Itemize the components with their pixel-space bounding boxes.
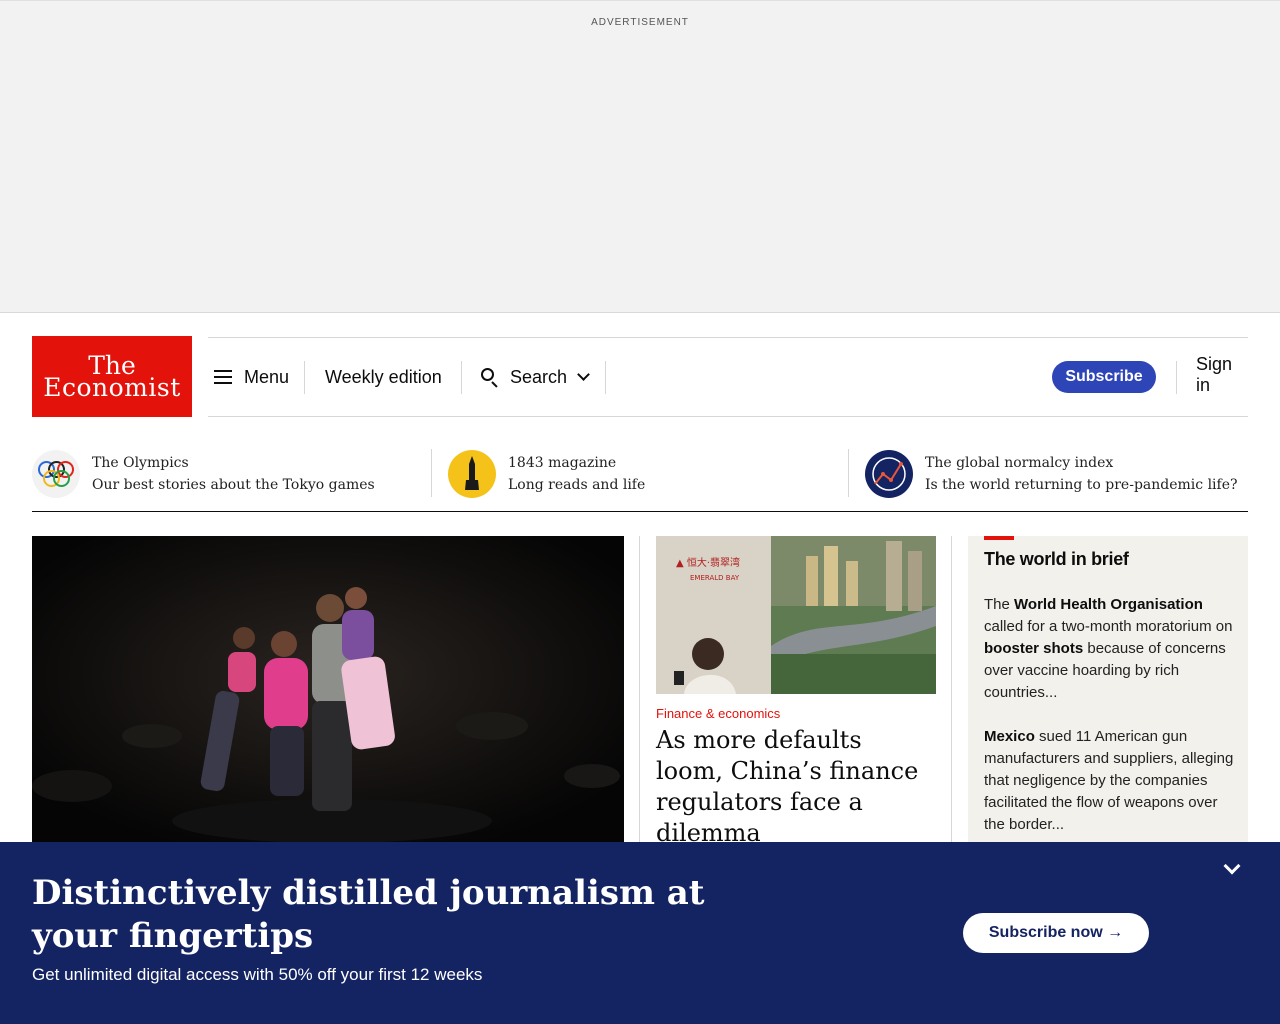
story-image[interactable]: ▲ 恒大·翡翠湾 EMERALD BAY [656, 536, 936, 694]
subscribe-now-button[interactable]: Subscribe now → [963, 913, 1149, 953]
promo-title: 1843 magazine [508, 455, 617, 471]
promo-divider [848, 449, 849, 497]
brief-title[interactable]: The world in brief [984, 549, 1129, 570]
olympic-rings-icon [32, 450, 80, 498]
brief-item[interactable]: Mexico sued 11 American gun manufacturer… [984, 726, 1234, 836]
search-button[interactable]: Search [480, 338, 590, 416]
advertisement-label: ADVERTISEMENT [591, 17, 689, 28]
nav-divider [605, 361, 606, 394]
chevron-down-icon[interactable] [1222, 858, 1242, 878]
promo-normalcy-index[interactable]: The global normalcy index Is the world r… [865, 449, 1238, 499]
search-label: Search [510, 366, 568, 387]
column-divider [951, 536, 952, 846]
column-divider [639, 536, 640, 846]
1843-magazine-icon [448, 450, 496, 498]
normalcy-index-icon [865, 450, 913, 498]
banner-title: Distinctively distilled journalism at yo… [32, 873, 705, 956]
search-icon [480, 367, 500, 388]
promo-title: The Olympics [92, 455, 189, 471]
hamburger-icon [214, 370, 232, 384]
weekly-edition-link[interactable]: Weekly edition [325, 338, 442, 416]
nav-divider [1176, 361, 1177, 394]
promo-1843-magazine[interactable]: 1843 magazine Long reads and life [448, 449, 645, 499]
brief-text: called for a two-month moratorium on [984, 618, 1233, 635]
promo-subtitle: Is the world returning to pre-pandemic l… [925, 477, 1238, 493]
advertisement-area: ADVERTISEMENT [0, 0, 1280, 313]
chevron-down-icon [577, 368, 590, 381]
svg-text:▲ 恒大·翡翠湾: ▲ 恒大·翡翠湾 [676, 556, 740, 569]
promo-subtitle: Long reads and life [508, 477, 646, 493]
brief-highlight: Mexico [984, 728, 1035, 745]
sign-in-link[interactable]: Sign in [1196, 338, 1248, 412]
promo-strip: The Olympics Our best stories about the … [32, 437, 1248, 512]
promo-divider [431, 449, 432, 497]
world-in-brief-panel: The world in brief The World Health Orga… [968, 536, 1248, 846]
brief-highlight: World Health Organisation [1014, 596, 1203, 613]
brief-highlight: booster shots [984, 640, 1084, 657]
logo-line-2: Economist [43, 372, 181, 402]
subscribe-button[interactable]: Subscribe [1052, 361, 1156, 393]
nav-divider [304, 361, 305, 394]
subscription-banner: Distinctively distilled journalism at yo… [0, 842, 1280, 1024]
banner-subtitle: Get unlimited digital access with 50% of… [32, 965, 483, 984]
promo-olympics[interactable]: The Olympics Our best stories about the … [32, 449, 375, 499]
lead-story-image[interactable] [32, 536, 624, 846]
promo-title: The global normalcy index [925, 455, 1114, 471]
main-navigation: Menu Weekly edition Search Subscribe Sig… [208, 337, 1248, 417]
brief-item[interactable]: The World Health Organisation called for… [984, 594, 1234, 704]
menu-button[interactable]: Menu [214, 338, 289, 416]
story-headline[interactable]: As more defaults loom, China’s finance r… [656, 725, 936, 849]
promo-subtitle: Our best stories about the Tokyo games [92, 477, 375, 493]
nav-divider [461, 361, 462, 394]
economist-logo[interactable]: The Economist [32, 336, 192, 417]
brief-text: The [984, 596, 1015, 613]
story-section-label[interactable]: Finance & economics [656, 706, 780, 721]
accent-bar [984, 536, 1014, 540]
menu-label: Menu [244, 366, 290, 387]
svg-text:EMERALD BAY: EMERALD BAY [690, 574, 740, 582]
